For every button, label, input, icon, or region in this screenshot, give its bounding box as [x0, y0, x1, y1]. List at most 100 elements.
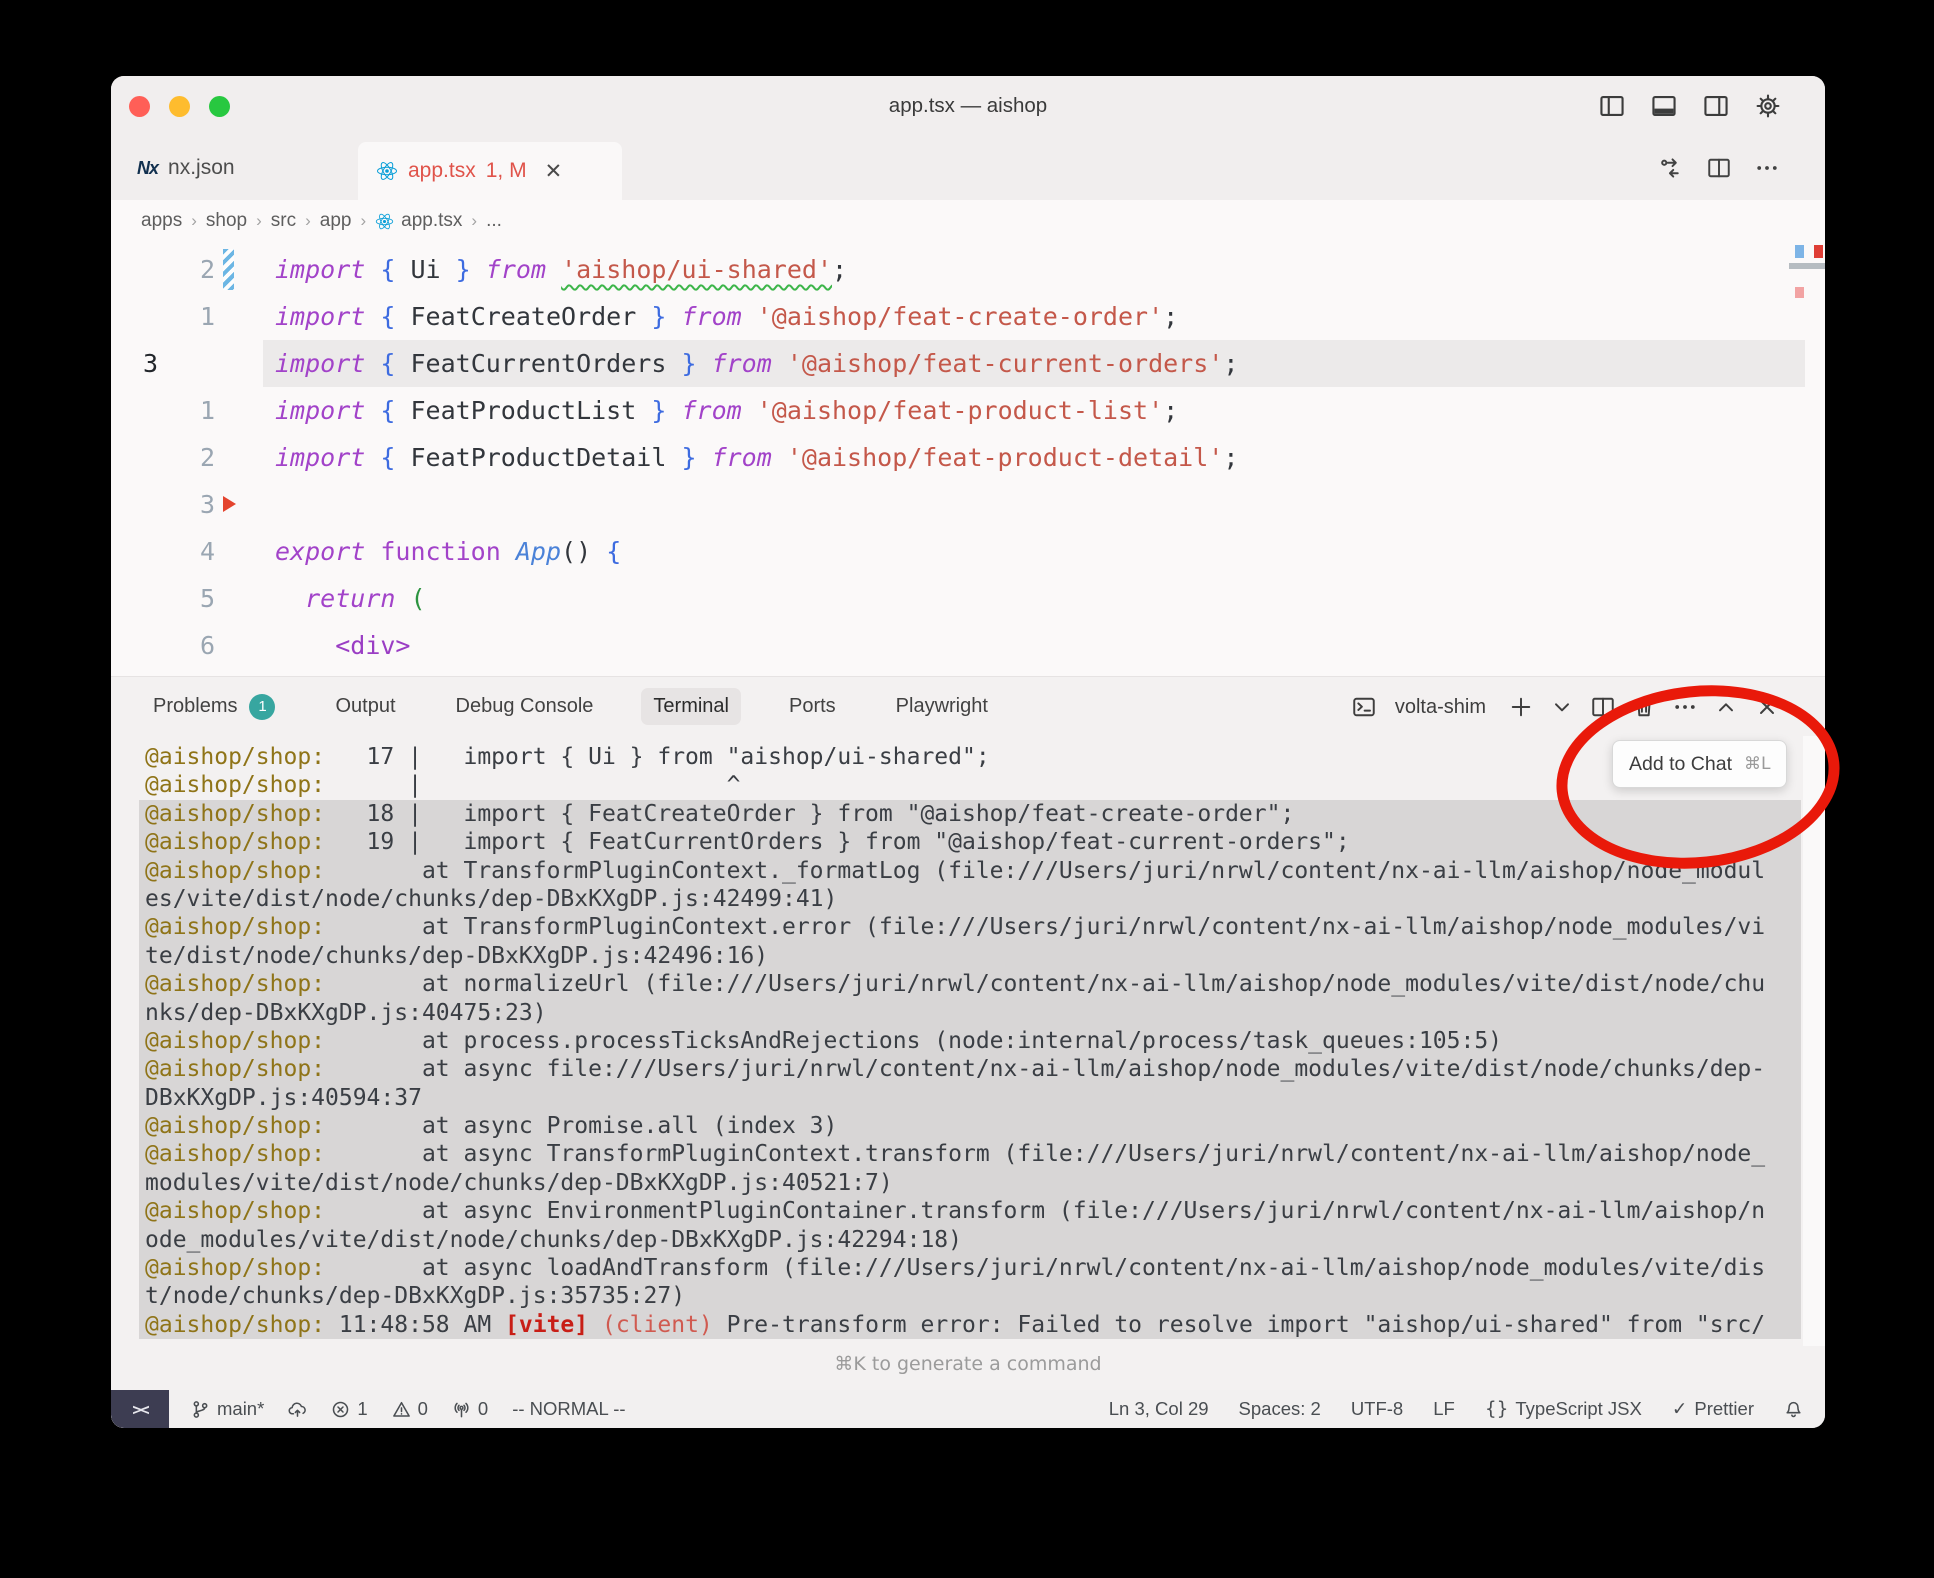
code-editor[interactable]: 2import { Ui } from 'aishop/ui-shared';1… — [111, 242, 1825, 676]
status-label: Ln 3, Col 29 — [1109, 1398, 1209, 1420]
status-item-typescript-jsx[interactable]: {}TypeScript JSX — [1485, 1398, 1642, 1420]
status-item-1[interactable]: 1 — [331, 1398, 367, 1420]
status-item-cloud-upload[interactable] — [288, 1400, 307, 1419]
breadcrumb-separator: › — [305, 211, 311, 231]
line-number: 3 — [111, 340, 215, 387]
terminal-line: @aishop/shop: | ^ — [139, 771, 1801, 799]
code-text: import { FeatCreateOrder } from '@aishop… — [275, 293, 1178, 340]
breadcrumb-label: apps — [141, 210, 182, 232]
terminal-line: nks/dep-DBxKXgDP.js:40475:23) — [139, 999, 1801, 1027]
code-lines: 2import { Ui } from 'aishop/ui-shared';1… — [111, 246, 1825, 669]
code-line[interactable]: 4export function App() { — [111, 528, 1825, 575]
panel-tab-label: Ports — [789, 695, 836, 718]
status-item-utf-8[interactable]: UTF-8 — [1351, 1398, 1403, 1420]
status-bar-left: main* 1 0 0 -- NORMAL -- — [191, 1398, 626, 1420]
remote-indicator[interactable]: >< — [111, 1390, 169, 1428]
status-item-0[interactable]: 0 — [452, 1398, 488, 1420]
code-line[interactable]: 2import { FeatProductDetail } from '@ais… — [111, 434, 1825, 481]
overview-ruler-modified-mark — [1795, 245, 1804, 258]
code-line[interactable]: 6 <div> — [111, 622, 1825, 669]
bell-icon — [1784, 1400, 1803, 1419]
cloud-upload-icon — [288, 1400, 307, 1419]
terminal-line: @aishop/shop: at TransformPluginContext.… — [139, 857, 1801, 885]
overview-ruler-error-mark — [1814, 245, 1823, 258]
terminal-line: @aishop/shop: at process.processTicksAnd… — [139, 1027, 1801, 1055]
status-bar-right: Ln 3, Col 29 Spaces: 2 UTF-8 LF {}TypeScript… — [1109, 1390, 1803, 1428]
gear-button[interactable] — [1755, 93, 1781, 119]
status-item--normal-[interactable]: -- NORMAL -- — [512, 1398, 625, 1420]
breadcrumb-label: ... — [486, 210, 502, 232]
code-line[interactable]: 3 — [111, 481, 1825, 528]
code-line[interactable]: 1import { FeatProductList } from '@aisho… — [111, 387, 1825, 434]
title-bar-actions — [1599, 76, 1781, 136]
breadcrumb-item-src[interactable]: src — [271, 210, 296, 232]
code-line[interactable]: 5 return ( — [111, 575, 1825, 622]
breadcrumb-item-shop[interactable]: shop — [206, 210, 247, 232]
breadcrumb-label: app — [320, 210, 352, 232]
breadcrumb-item-apptsx[interactable]: app.tsx — [375, 210, 462, 232]
plus-button[interactable] — [1509, 695, 1533, 719]
split-editor-button[interactable] — [1707, 156, 1731, 180]
panel-tab-label: Problems — [153, 695, 237, 718]
panel-tab-terminal[interactable]: Terminal — [641, 688, 741, 725]
status-item-bell[interactable] — [1784, 1400, 1803, 1419]
panel-tab-debug-console[interactable]: Debug Console — [444, 688, 606, 725]
panel-tab-ports[interactable]: Ports — [777, 688, 848, 725]
code-text: <div> — [275, 622, 410, 669]
warning-icon — [392, 1400, 411, 1419]
breadcrumb-item-apps[interactable]: apps — [141, 210, 182, 232]
line-number: 4 — [111, 528, 215, 575]
breadcrumb-item-[interactable]: ... — [486, 210, 502, 232]
overview-ruler-warning-mark — [1795, 287, 1804, 298]
terminal-line: ode_modules/vite/dist/node/chunks/dep-DB… — [139, 1226, 1801, 1254]
panel-tabs: Problems 1 Output Debug Console Terminal Port… — [141, 687, 1036, 727]
code-text: import { FeatProductList } from '@aishop… — [275, 387, 1178, 434]
breadcrumb-item-app[interactable]: app — [320, 210, 352, 232]
status-label: main* — [217, 1398, 264, 1420]
terminal-line: @aishop/shop: at async EnvironmentPlugin… — [139, 1197, 1801, 1225]
react-icon — [375, 212, 394, 231]
status-label: Spaces: 2 — [1239, 1398, 1321, 1420]
title-bar: app.tsx — aishop — [111, 76, 1825, 136]
editor-scrollbar-slider[interactable] — [1789, 263, 1825, 269]
panel-tab-output[interactable]: Output — [323, 688, 407, 725]
panel-tab-problems[interactable]: Problems 1 — [141, 687, 287, 727]
compare-changes-button[interactable] — [1659, 156, 1683, 180]
status-label: 1 — [357, 1398, 367, 1420]
layout-sidebar-left-button[interactable] — [1599, 93, 1625, 119]
breadcrumb-separator: › — [191, 211, 197, 231]
editor-tab-bar: Nxnx.json app.tsx1, M✕ — [111, 136, 1825, 200]
tab-close-icon[interactable]: ✕ — [545, 159, 563, 184]
code-text: import { FeatProductDetail } from '@aish… — [275, 434, 1238, 481]
tab-nx-json[interactable]: Nxnx.json — [119, 136, 253, 200]
status-item-spaces-2[interactable]: Spaces: 2 — [1239, 1398, 1321, 1420]
active-terminal-name[interactable]: volta-shim — [1395, 696, 1486, 719]
terminal-icon — [1352, 695, 1376, 719]
layout-sidebar-right-button[interactable] — [1703, 93, 1729, 119]
status-label: UTF-8 — [1351, 1398, 1403, 1420]
line-number: 5 — [111, 575, 215, 622]
status-item-0[interactable]: 0 — [392, 1398, 428, 1420]
breadcrumb-label: src — [271, 210, 296, 232]
status-item-main-[interactable]: main* — [191, 1398, 264, 1420]
terminal-output[interactable]: @aishop/shop: 17 | import { Ui } from "a… — [111, 736, 1825, 1390]
terminal-line: @aishop/shop: 11:48:58 AM [vite] (client… — [139, 1311, 1801, 1339]
tab-app-tsx[interactable]: app.tsx1, M✕ — [358, 142, 622, 200]
layout-panel-button[interactable] — [1651, 93, 1677, 119]
tab-label: app.tsx — [408, 159, 476, 183]
ellipsis-button[interactable] — [1755, 156, 1779, 180]
terminal-line: @aishop/shop: at normalizeUrl (file:///U… — [139, 970, 1801, 998]
code-line[interactable]: 2import { Ui } from 'aishop/ui-shared'; — [111, 246, 1825, 293]
status-label: LF — [1433, 1398, 1455, 1420]
problems-count-badge: 1 — [249, 694, 275, 720]
terminal-line: @aishop/shop: 17 | import { Ui } from "a… — [139, 743, 1801, 771]
status-item-ln-3-col-29[interactable]: Ln 3, Col 29 — [1109, 1398, 1209, 1420]
panel-tab-playwright[interactable]: Playwright — [884, 688, 1000, 725]
chevron-down-button[interactable] — [1550, 695, 1574, 719]
code-line[interactable]: 3import { FeatCurrentOrders } from '@ais… — [111, 340, 1825, 387]
status-item-lf[interactable]: LF — [1433, 1398, 1455, 1420]
braces-icon: {} — [1485, 1399, 1509, 1420]
status-item-prettier[interactable]: ✓Prettier — [1672, 1398, 1754, 1420]
gutter-modified-indicator — [223, 249, 234, 290]
code-line[interactable]: 1import { FeatCreateOrder } from '@aisho… — [111, 293, 1825, 340]
